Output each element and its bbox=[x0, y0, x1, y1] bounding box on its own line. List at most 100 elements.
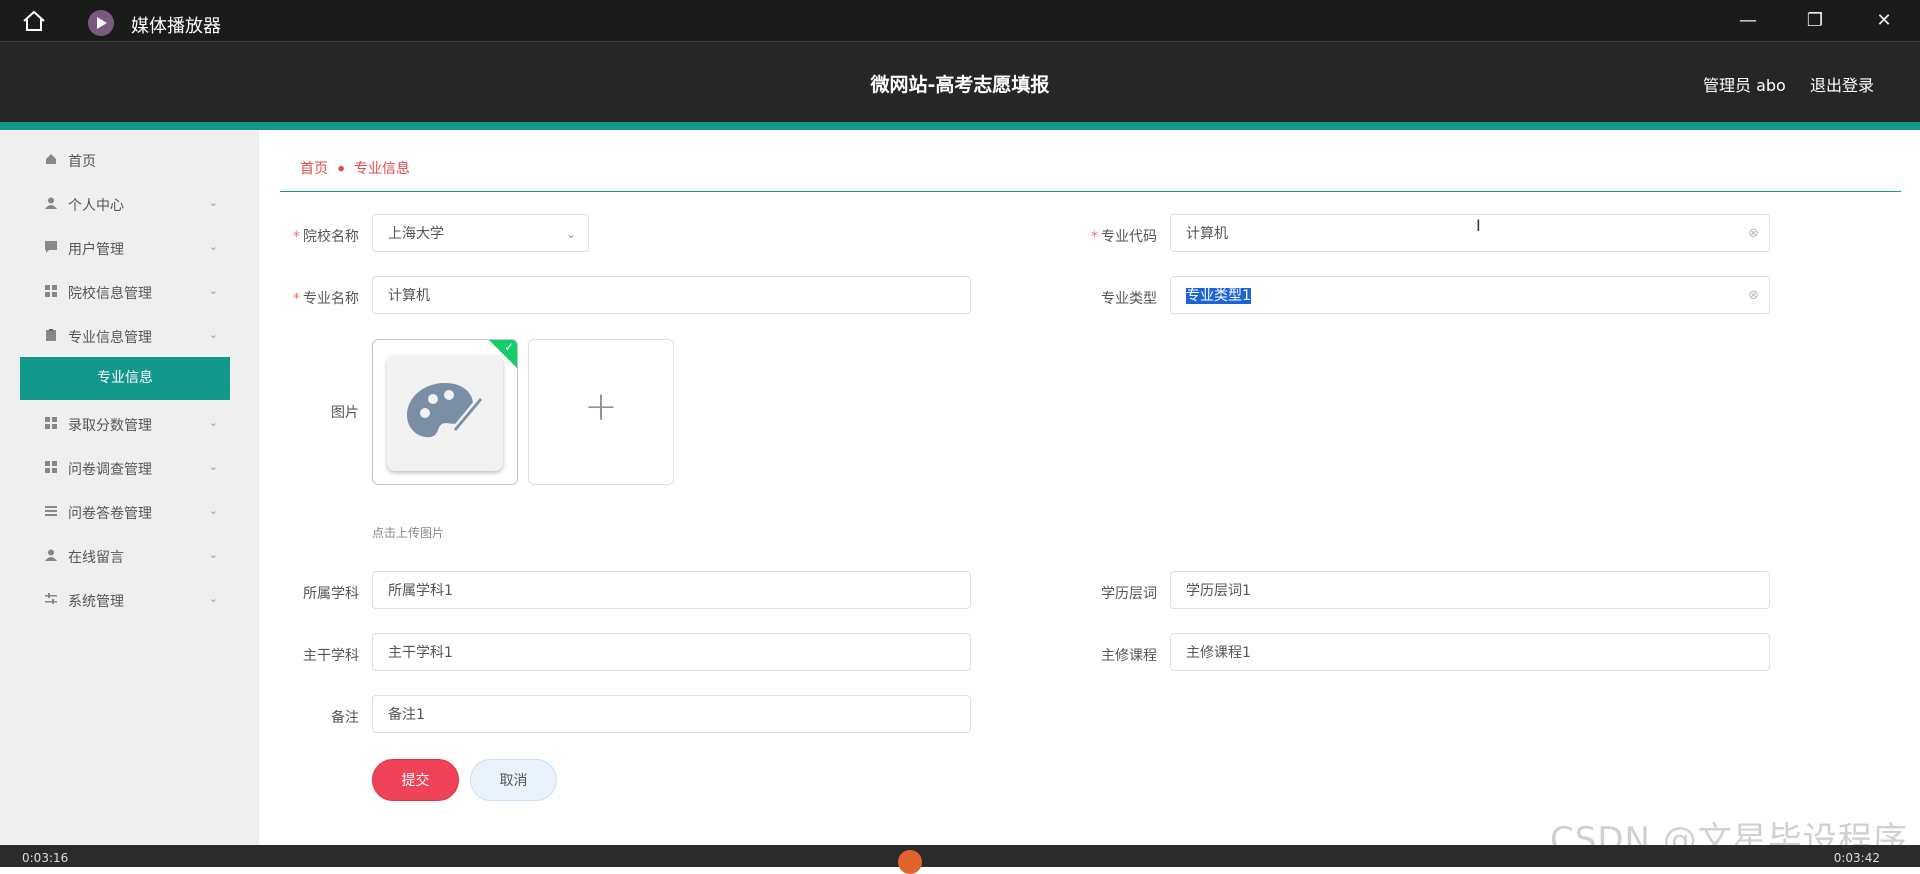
upload-tip: 点击上传图片 bbox=[372, 526, 445, 540]
chevron-down-icon: ⌄ bbox=[208, 240, 218, 253]
grid-icon bbox=[45, 285, 57, 297]
breadcrumb-current: 专业信息 bbox=[354, 161, 411, 177]
seek-handle[interactable] bbox=[898, 850, 922, 874]
plus-icon: + bbox=[584, 384, 618, 430]
chevron-down-icon: ⌄ bbox=[208, 460, 218, 473]
sidebar-item-label: 用户管理 bbox=[68, 242, 124, 258]
breadcrumb-home-link[interactable]: 首页 bbox=[300, 161, 328, 177]
sidebar-item-score-management[interactable]: 录取分数管理 ⌄ bbox=[20, 403, 230, 445]
cancel-button[interactable]: 取消 bbox=[470, 759, 557, 801]
user-icon bbox=[45, 549, 57, 561]
sidebar-item-major-management[interactable]: 专业信息管理 ⌄ bbox=[20, 315, 230, 357]
logout-link[interactable]: 退出登录 bbox=[1810, 72, 1874, 96]
education-level-input[interactable]: 学历层词1 bbox=[1170, 571, 1770, 609]
sidebar-item-home[interactable]: 首页 bbox=[20, 139, 230, 181]
major-type-label: 专业类型 bbox=[1101, 291, 1157, 307]
sidebar-item-label: 在线留言 bbox=[68, 550, 124, 566]
minimize-button[interactable]: — bbox=[1733, 8, 1763, 34]
discipline-value: 所属学科1 bbox=[388, 583, 453, 599]
sidebar-subitem-major-info[interactable]: 专业信息 bbox=[20, 357, 230, 400]
chevron-down-icon: ⌄ bbox=[208, 328, 218, 341]
main-courses-value: 主修课程1 bbox=[1186, 645, 1251, 661]
clipboard-icon bbox=[46, 329, 56, 341]
main-courses-input[interactable]: 主修课程1 bbox=[1170, 633, 1770, 671]
sidebar-item-survey-management[interactable]: 问卷调查管理 ⌄ bbox=[20, 447, 230, 489]
sidebar-item-system-management[interactable]: 系统管理 ⌄ bbox=[20, 579, 230, 621]
education-level-value: 学历层词1 bbox=[1186, 583, 1251, 599]
discipline-input[interactable]: 所属学科1 bbox=[372, 571, 971, 609]
elapsed-time: 0:03:16 bbox=[22, 851, 69, 865]
breadcrumb-divider bbox=[280, 191, 1901, 192]
grid-icon bbox=[45, 417, 57, 429]
image-label: 图片 bbox=[331, 405, 359, 421]
sidebar-item-label: 院校信息管理 bbox=[68, 286, 152, 302]
chevron-down-icon: ⌄ bbox=[208, 548, 218, 561]
sidebar-item-label: 问卷调查管理 bbox=[68, 462, 152, 478]
sidebar-item-personal-center[interactable]: 个人中心 ⌄ bbox=[20, 183, 230, 225]
close-button[interactable]: ✕ bbox=[1869, 8, 1899, 34]
sidebar: 首页 个人中心 ⌄ 用户管理 ⌄ 院校信息管理 ⌄ 专业信息管理 ⌄ 专业信息 … bbox=[0, 130, 259, 845]
main-discipline-input[interactable]: 主干学科1 bbox=[372, 633, 971, 671]
major-code-label: * 专业代码 bbox=[1091, 229, 1157, 245]
uploaded-image-card[interactable]: ✓ bbox=[372, 339, 518, 485]
chevron-down-icon: ⌄ bbox=[565, 227, 576, 241]
chevron-down-icon: ⌄ bbox=[208, 416, 218, 429]
home-icon[interactable] bbox=[22, 10, 46, 32]
clear-icon[interactable]: ⊗ bbox=[1748, 215, 1759, 253]
sidebar-item-school-management[interactable]: 院校信息管理 ⌄ bbox=[20, 271, 230, 313]
note-label: 备注 bbox=[331, 710, 359, 726]
chevron-down-icon: ⌄ bbox=[208, 504, 218, 517]
major-code-input[interactable]: 计算机 ⊗ bbox=[1170, 214, 1770, 252]
major-type-value: 专业类型1 bbox=[1186, 288, 1251, 304]
note-value: 备注1 bbox=[388, 707, 425, 723]
note-input[interactable]: 备注1 bbox=[372, 695, 971, 733]
check-icon: ✓ bbox=[503, 340, 514, 354]
school-name-value: 上海大学 bbox=[388, 226, 444, 242]
sidebar-item-label: 专业信息管理 bbox=[68, 330, 152, 346]
submit-button[interactable]: 提交 bbox=[372, 759, 459, 801]
image-thumbnail bbox=[387, 355, 503, 471]
main-courses-label: 主修课程 bbox=[1101, 648, 1157, 664]
player-bottom-bar: 0:03:16 0:03:42 bbox=[0, 845, 1920, 874]
image-upload-button[interactable]: + bbox=[528, 339, 674, 485]
grid-icon bbox=[45, 461, 57, 473]
site-header: 微网站-高考志愿填报 管理员 abo 退出登录 bbox=[0, 41, 1920, 123]
header-accent-bar bbox=[0, 122, 1920, 130]
chevron-down-icon: ⌄ bbox=[208, 284, 218, 297]
sidebar-item-label: 首页 bbox=[68, 154, 96, 170]
sidebar-item-answer-management[interactable]: 问卷答卷管理 ⌄ bbox=[20, 491, 230, 533]
chat-icon bbox=[45, 241, 57, 253]
site-title: 微网站-高考志愿填报 bbox=[870, 74, 1050, 96]
major-name-input[interactable]: 计算机 bbox=[372, 276, 971, 314]
sidebar-item-online-message[interactable]: 在线留言 ⌄ bbox=[20, 535, 230, 577]
palette-icon bbox=[407, 383, 485, 438]
home-icon bbox=[46, 154, 56, 164]
list-icon bbox=[45, 506, 57, 516]
user-icon bbox=[45, 197, 57, 209]
total-time: 0:03:42 bbox=[1833, 851, 1880, 865]
admin-user-label: 管理员 abo bbox=[1703, 76, 1786, 95]
discipline-label: 所属学科 bbox=[303, 586, 359, 602]
sidebar-item-label: 个人中心 bbox=[68, 198, 124, 214]
sidebar-item-label: 问卷答卷管理 bbox=[68, 506, 152, 522]
text-cursor-icon: I bbox=[1476, 216, 1481, 235]
major-type-input[interactable]: 专业类型1 ⊗ bbox=[1170, 276, 1770, 314]
clear-icon[interactable]: ⊗ bbox=[1748, 277, 1759, 315]
sidebar-item-label: 系统管理 bbox=[68, 594, 124, 610]
breadcrumb: 首页 ⚫ 专业信息 bbox=[300, 158, 410, 178]
school-name-label: * 院校名称 bbox=[293, 229, 359, 245]
school-name-select[interactable]: 上海大学 ⌄ bbox=[372, 214, 589, 252]
education-level-label: 学历层词 bbox=[1101, 586, 1157, 602]
sidebar-item-user-management[interactable]: 用户管理 ⌄ bbox=[20, 227, 230, 269]
major-name-value: 计算机 bbox=[388, 288, 430, 304]
app-title: 媒体播放器 bbox=[131, 16, 221, 37]
main-discipline-value: 主干学科1 bbox=[388, 645, 453, 661]
main-content: 首页 ⚫ 专业信息 * 院校名称 上海大学 ⌄ * 专业代码 计算机 ⊗ * 专业名称 计… bbox=[259, 130, 1920, 845]
sidebar-item-label: 录取分数管理 bbox=[68, 418, 152, 434]
chevron-down-icon: ⌄ bbox=[208, 592, 218, 605]
chevron-down-icon: ⌄ bbox=[208, 196, 218, 209]
restore-button[interactable]: ❐ bbox=[1800, 8, 1830, 34]
sliders-icon bbox=[45, 593, 57, 604]
main-discipline-label: 主干学科 bbox=[303, 648, 359, 664]
media-player-icon bbox=[88, 10, 114, 36]
